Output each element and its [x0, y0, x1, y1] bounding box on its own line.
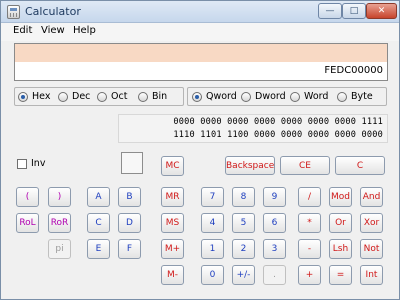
memory-store-button[interactable]: MS [161, 213, 184, 233]
pi-button[interactable]: pi [48, 239, 71, 259]
digit-6-button[interactable]: 6 [263, 213, 286, 233]
or-button[interactable]: Or [329, 213, 352, 233]
digit-2-button[interactable]: 2 [232, 239, 255, 259]
calculator-icon [7, 5, 20, 19]
menu-help[interactable]: Help [73, 25, 96, 36]
memory-add-button[interactable]: M+ [161, 239, 184, 259]
minimize-button[interactable]: — [318, 3, 342, 19]
not-button[interactable]: Not [360, 239, 383, 259]
digit-4-button[interactable]: 4 [201, 213, 224, 233]
digit-9-button[interactable]: 9 [263, 187, 286, 207]
window-title: Calculator [25, 5, 81, 18]
plus-minus-button[interactable]: +/- [232, 265, 255, 285]
radio-bin[interactable]: Bin [138, 91, 167, 102]
ror-button[interactable]: RoR [48, 213, 71, 233]
xor-button[interactable]: Xor [360, 213, 383, 233]
radio-oct[interactable]: Oct [97, 91, 127, 102]
result-display: FEDC00000 [14, 43, 388, 81]
number-system-group: Hex Dec Oct Bin [14, 87, 184, 106]
radio-dword-label: Dword [255, 91, 286, 102]
radio-word-dot[interactable] [290, 91, 300, 102]
calculator-window: Calculator — □ ✕ Edit View Help FEDC0000… [0, 0, 400, 300]
radio-byte-label: Byte [351, 91, 373, 102]
open-paren-button[interactable]: ( [16, 187, 39, 207]
display-value: FEDC00000 [324, 65, 383, 76]
digit-1-button[interactable]: 1 [201, 239, 224, 259]
word-size-group: Qword Dword Word Byte [187, 87, 387, 106]
close-button[interactable]: ✕ [366, 3, 397, 19]
radio-word-label: Word [304, 91, 329, 102]
radio-qword[interactable]: Qword [192, 91, 237, 102]
add-button[interactable]: + [298, 265, 321, 285]
rol-button[interactable]: RoL [16, 213, 39, 233]
hex-d-button[interactable]: D [118, 213, 141, 233]
hex-b-button[interactable]: B [118, 187, 141, 207]
memory-clear-button[interactable]: MC [161, 156, 184, 176]
radio-hex-label: Hex [32, 91, 51, 102]
subtract-button[interactable]: - [298, 239, 321, 259]
int-button[interactable]: Int [360, 265, 383, 285]
menu-bar: Edit View Help [1, 23, 399, 41]
radio-hex[interactable]: Hex [18, 91, 50, 102]
radio-byte-dot[interactable] [337, 91, 347, 102]
display-highlight [15, 44, 387, 62]
memory-subtract-button[interactable]: M- [161, 265, 184, 285]
radio-bin-dot[interactable] [138, 91, 148, 102]
clear-button[interactable]: C [335, 156, 385, 175]
close-paren-button[interactable]: ) [48, 187, 71, 207]
decimal-point-button[interactable]: . [263, 265, 286, 285]
inv-checkbox-box[interactable] [17, 158, 27, 169]
multiply-button[interactable]: * [298, 213, 321, 233]
menu-view[interactable]: View [41, 25, 65, 36]
radio-oct-label: Oct [111, 91, 128, 102]
radio-dword[interactable]: Dword [241, 91, 286, 102]
digit-0-button[interactable]: 0 [201, 265, 224, 285]
title-bar: Calculator — □ ✕ [1, 1, 399, 23]
lsh-button[interactable]: Lsh [329, 239, 352, 259]
memory-indicator [121, 152, 143, 174]
digit-5-button[interactable]: 5 [232, 213, 255, 233]
digit-8-button[interactable]: 8 [232, 187, 255, 207]
radio-dec-dot[interactable] [58, 91, 68, 102]
binary-line-2: 1110 1101 1100 0000 0000 0000 0000 0000 [173, 130, 383, 140]
inv-label: Inv [31, 158, 46, 169]
binary-line-1: 0000 0000 0000 0000 0000 0000 0000 1111 [173, 117, 383, 127]
radio-qword-dot[interactable] [192, 91, 202, 102]
hex-e-button[interactable]: E [87, 239, 110, 259]
hex-f-button[interactable]: F [118, 239, 141, 259]
mod-button[interactable]: Mod [329, 187, 352, 207]
radio-dec[interactable]: Dec [58, 91, 90, 102]
radio-qword-label: Qword [206, 91, 237, 102]
radio-oct-dot[interactable] [97, 91, 107, 102]
maximize-button[interactable]: □ [342, 3, 366, 19]
and-button[interactable]: And [360, 187, 383, 207]
radio-word[interactable]: Word [290, 91, 328, 102]
digit-7-button[interactable]: 7 [201, 187, 224, 207]
radio-byte[interactable]: Byte [337, 91, 373, 102]
backspace-button[interactable]: Backspace [225, 156, 275, 175]
radio-hex-dot[interactable] [18, 91, 28, 102]
inv-checkbox[interactable]: Inv [17, 158, 45, 169]
radio-dec-label: Dec [72, 91, 91, 102]
menu-edit[interactable]: Edit [13, 25, 32, 36]
equals-button[interactable]: = [329, 265, 352, 285]
hex-a-button[interactable]: A [87, 187, 110, 207]
clear-entry-button[interactable]: CE [280, 156, 330, 175]
radio-dword-dot[interactable] [241, 91, 251, 102]
digit-3-button[interactable]: 3 [263, 239, 286, 259]
hex-c-button[interactable]: C [87, 213, 110, 233]
binary-bit-display: 0000 0000 0000 0000 0000 0000 0000 1111 … [118, 114, 388, 143]
radio-bin-label: Bin [152, 91, 168, 102]
memory-recall-button[interactable]: MR [161, 187, 184, 207]
divide-button[interactable]: / [298, 187, 321, 207]
